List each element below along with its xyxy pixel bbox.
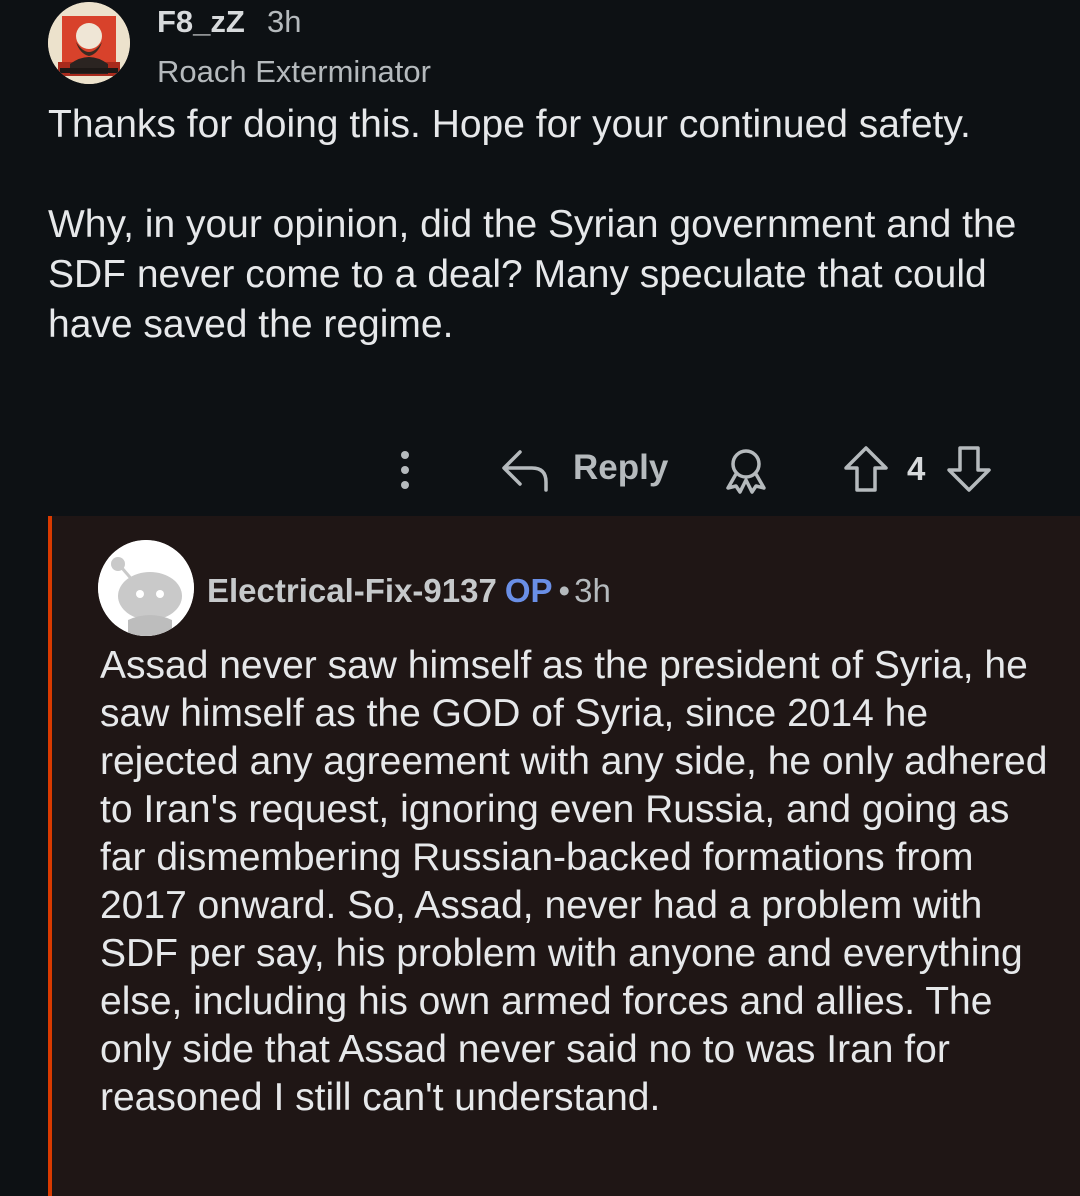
- meta-separator: •: [558, 572, 571, 609]
- comment-paragraph: Assad never saw himself as the president…: [100, 644, 1048, 1119]
- comment-action-bar: Reply 4: [0, 440, 1080, 500]
- op-badge: OP: [504, 572, 553, 609]
- reply-comment: Electrical-Fix-9137 OP • 3h Assad never saw…: [48, 516, 1080, 1196]
- comment-paragraph: Thanks for doing this. Hope for your con…: [48, 103, 971, 146]
- default-snoo-avatar-icon: [98, 540, 194, 636]
- comment-timestamp: 3h: [574, 572, 611, 609]
- downvote-arrow-icon[interactable]: [945, 444, 993, 494]
- comment-thread: F8_zZ 3h Roach Exterminator Thanks for d…: [0, 0, 1080, 1196]
- reply-arrow-icon[interactable]: [500, 446, 550, 492]
- thread-line[interactable]: [48, 516, 52, 1196]
- lenin-portrait-avatar-icon: [48, 2, 130, 84]
- more-vertical-icon[interactable]: [394, 448, 416, 492]
- comment-meta: Electrical-Fix-9137 OP • 3h: [207, 572, 611, 610]
- vote-count: 4: [907, 450, 926, 487]
- user-flair: Roach Exterminator: [157, 54, 431, 89]
- comment-timestamp: 3h: [267, 4, 302, 39]
- comment-author[interactable]: Electrical-Fix-9137: [207, 572, 497, 609]
- award-icon[interactable]: [722, 446, 770, 494]
- comment-author[interactable]: F8_zZ: [157, 4, 245, 40]
- comment-body: Assad never saw himself as the president…: [100, 642, 1050, 1122]
- comment-paragraph: Why, in your opinion, did the Syrian gov…: [48, 203, 1017, 346]
- user-avatar[interactable]: [98, 540, 194, 636]
- user-avatar[interactable]: [48, 2, 130, 84]
- comment-body: Thanks for doing this. Hope for your con…: [48, 100, 1048, 350]
- reply-button[interactable]: Reply: [573, 448, 668, 488]
- upvote-arrow-icon[interactable]: [842, 444, 890, 494]
